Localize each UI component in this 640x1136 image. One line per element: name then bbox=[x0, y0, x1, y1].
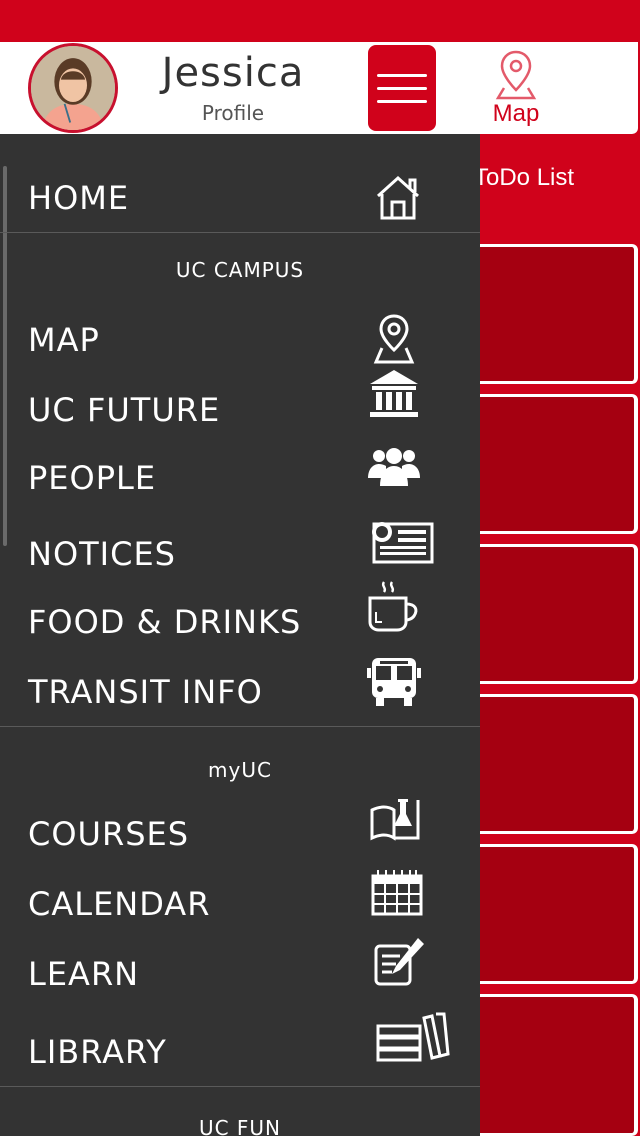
books-icon bbox=[374, 1012, 452, 1064]
user-name[interactable]: Jessica bbox=[140, 50, 326, 96]
book-flask-icon bbox=[368, 796, 424, 848]
coffee-cup-icon bbox=[366, 580, 422, 632]
menu-item-label: HOME bbox=[28, 179, 130, 217]
bus-icon bbox=[366, 656, 422, 708]
menu-item-label: COURSES bbox=[28, 815, 190, 853]
divider bbox=[0, 726, 480, 727]
home-icon bbox=[370, 172, 426, 224]
menu-item-label: TRANSIT INFO bbox=[28, 673, 263, 711]
dashboard-tile[interactable] bbox=[470, 994, 638, 1136]
map-pin-icon bbox=[495, 50, 537, 100]
section-header-fun: UC FUN bbox=[198, 1116, 282, 1136]
menu-item-label: NOTICES bbox=[28, 535, 176, 573]
menu-item-learn[interactable]: LEARN bbox=[0, 938, 480, 1004]
hamburger-line bbox=[377, 99, 427, 103]
menu-item-label: FOOD & DRINKS bbox=[28, 603, 302, 641]
profile-link[interactable]: Profile bbox=[140, 101, 326, 125]
avatar[interactable] bbox=[28, 43, 118, 133]
menu-item-library[interactable]: LIBRARY bbox=[0, 1012, 480, 1082]
divider bbox=[0, 1086, 480, 1087]
hamburger-line bbox=[377, 86, 427, 90]
calendar-icon bbox=[370, 868, 426, 920]
profile-photo bbox=[31, 46, 115, 130]
todo-list-link[interactable]: ToDo List bbox=[474, 164, 574, 192]
divider bbox=[0, 232, 480, 233]
section-header-campus: UC CAMPUS bbox=[175, 258, 305, 282]
menu-item-people[interactable]: PEOPLE bbox=[0, 448, 480, 508]
menu-item-map[interactable]: MAP bbox=[0, 310, 480, 370]
navigation-drawer: HOME UC CAMPUS MAP UC FUTURE PEOPLE NOTI… bbox=[0, 134, 480, 1136]
menu-item-label: LEARN bbox=[28, 955, 140, 993]
menu-item-uc-future[interactable]: UC FUTURE bbox=[0, 370, 480, 440]
menu-item-label: PEOPLE bbox=[28, 459, 157, 497]
menu-item-calendar[interactable]: CALENDAR bbox=[0, 870, 480, 934]
hamburger-line bbox=[377, 73, 427, 77]
map-tab[interactable]: Map bbox=[470, 48, 562, 132]
institution-icon bbox=[366, 368, 422, 420]
menu-item-label: MAP bbox=[28, 321, 100, 359]
dashboard-tile[interactable] bbox=[470, 244, 638, 384]
menu-item-courses[interactable]: COURSES bbox=[0, 799, 480, 864]
section-header-myuc: myUC bbox=[208, 758, 272, 782]
menu-item-food-drinks[interactable]: FOOD & DRINKS bbox=[0, 581, 480, 652]
map-tab-label: Map bbox=[492, 100, 540, 127]
menu-item-label: UC FUTURE bbox=[28, 391, 221, 429]
menu-item-label: LIBRARY bbox=[28, 1033, 167, 1071]
dashboard-tile[interactable] bbox=[470, 544, 638, 684]
menu-item-label: CALENDAR bbox=[28, 885, 211, 923]
people-icon bbox=[366, 440, 422, 492]
menu-item-transit-info[interactable]: TRANSIT INFO bbox=[0, 658, 480, 722]
menu-item-notices[interactable]: NOTICES bbox=[0, 522, 480, 584]
dashboard-tile[interactable] bbox=[470, 694, 638, 834]
dashboard-tile[interactable] bbox=[470, 844, 638, 984]
menu-item-home[interactable]: HOME bbox=[0, 168, 480, 228]
edit-note-icon bbox=[372, 936, 428, 988]
status-bar bbox=[0, 0, 640, 42]
dashboard-tile[interactable] bbox=[470, 394, 638, 534]
hamburger-menu-button[interactable] bbox=[368, 45, 436, 131]
map-pin-icon bbox=[366, 314, 422, 366]
newspaper-icon bbox=[368, 518, 436, 570]
